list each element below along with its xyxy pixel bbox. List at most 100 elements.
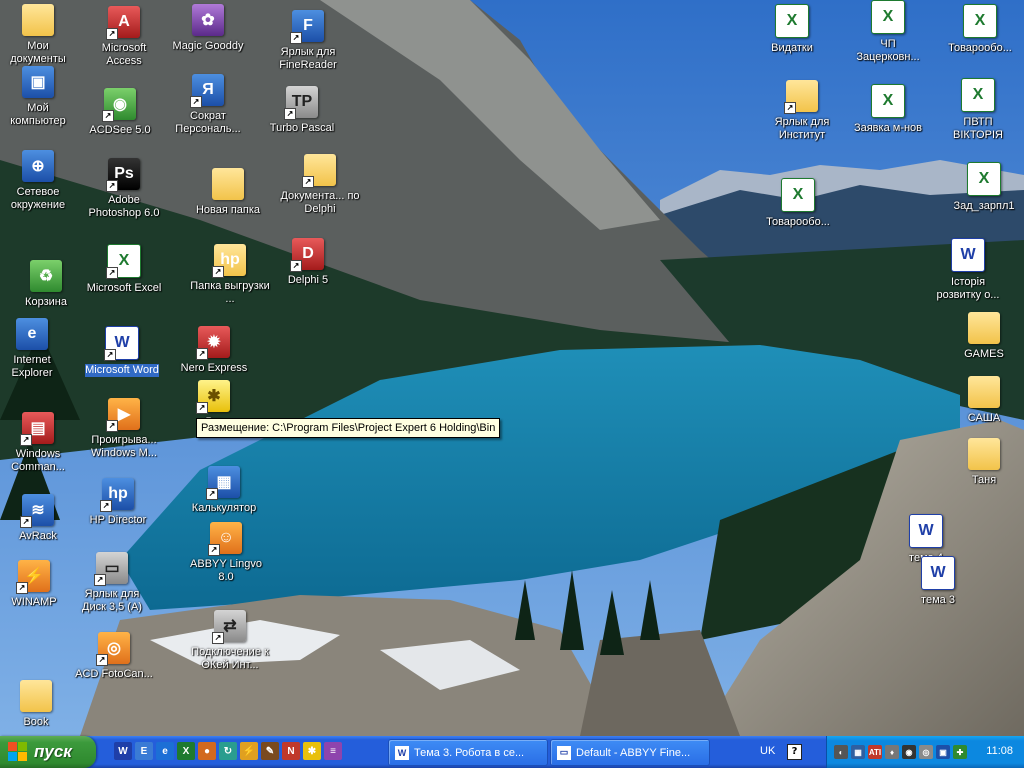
desktop-icon-calculator[interactable]: ▦ ↗ Калькулятор [184, 466, 264, 515]
desktop-icon-media-player[interactable]: ▶ ↗ Проигрыва... Windows M... [84, 398, 164, 460]
quick-launch-ie-icon[interactable]: e [156, 742, 174, 760]
tray-network-icon[interactable]: ▦ [851, 745, 865, 759]
desktop-icon-label: Adobe Photoshop 6.0 [88, 194, 160, 219]
tray-ati-icon[interactable]: ATI [868, 745, 882, 759]
folder-icon [212, 168, 244, 200]
quick-launch-tool-icon[interactable]: ✎ [261, 742, 279, 760]
desktop-icon-nero[interactable]: ✹ ↗ Nero Express [174, 326, 254, 375]
desktop-icon-label: Turbo Pascal [269, 122, 335, 134]
desktop-icon-sasha[interactable]: САША [944, 376, 1024, 425]
desktop-icon-label: Папка выгрузки ... [190, 280, 270, 305]
word-icon: W [921, 556, 955, 590]
desktop-icon-sokrat[interactable]: Я ↗ Сократ Персональ... [168, 74, 248, 136]
media-player-icon: ▶ ↗ [106, 398, 140, 432]
desktop-icon-istoriya[interactable]: W Історія розвитку о... [928, 238, 1008, 302]
desktop-icon-tanya[interactable]: Таня [944, 438, 1024, 487]
desktop-icon-label: Корзина [25, 296, 67, 308]
hp-icon: hp ↗ [100, 478, 134, 512]
taskbar-button-finereader[interactable]: ▭ Default - ABBYY Fine... [550, 739, 710, 766]
desktop-icon-windows-commander[interactable]: ▤ ↗ Windows Comman... [0, 412, 78, 474]
quick-launch-bulb-icon[interactable]: ✱ [303, 742, 321, 760]
desktop-icon-tovaroob2[interactable]: X Товарообо... [940, 4, 1020, 55]
help-icon[interactable]: ? [787, 744, 802, 760]
language-indicator[interactable]: UK [760, 745, 775, 757]
quick-launch-chrome-style-icon[interactable]: ● [198, 742, 216, 760]
folder-icon: ↗ [302, 154, 336, 188]
desktop-icon-hp-director[interactable]: hp ↗ HP Director [78, 478, 158, 527]
location-tooltip: Размещение: C:\Program Files\Project Exp… [196, 418, 501, 438]
desktop-icon-zayavka[interactable]: X Заявка м-нов [848, 84, 928, 135]
desktop-icon-label: Подключение к ОКей Инт... [191, 646, 269, 671]
shortcut-arrow-icon: ↗ [106, 28, 118, 40]
desktop-icon-label: Сетевое окружение [10, 186, 66, 211]
desktop-icon-games[interactable]: GAMES [944, 312, 1024, 361]
desktop-icon-floppy-shortcut[interactable]: ▭ ↗ Ярлык для Диск 3,5 (A) [72, 552, 152, 614]
tray-disc-icon[interactable]: ◎ [919, 745, 933, 759]
desktop-icon-photoshop[interactable]: Ps ↗ Adobe Photoshop 6.0 [84, 158, 164, 220]
quick-launch-winamp-icon[interactable]: ⚡ [240, 742, 258, 760]
desktop-icon-vydatky[interactable]: X Видатки [752, 4, 832, 55]
desktop-icon-abbyy-lingvo[interactable]: ☺ ↗ ABBYY Lingvo 8.0 [186, 522, 266, 584]
word-icon: W [951, 238, 985, 272]
shortcut-arrow-icon: ↗ [302, 176, 314, 188]
quick-launch-windows-explorer-icon[interactable]: E [135, 742, 153, 760]
desktop-icon-chp[interactable]: X ЧП Зацерковн... [848, 0, 928, 64]
taskbar: пуск W Ee X ● ↻ ⚡ ✎ N ✱ ≡ W Тема 3. Робота в се..… [0, 736, 1024, 768]
desktop-icon-ms-access[interactable]: A ↗ Microsoft Access [84, 6, 164, 68]
desktop-icon-acdsee[interactable]: ◉ ↗ ACDSee 5.0 [80, 88, 160, 137]
start-button[interactable]: пуск [0, 736, 96, 768]
desktop-icon-new-folder[interactable]: Новая папка [188, 168, 268, 217]
desktop-icon-label: ABBYY Lingvo 8.0 [190, 558, 262, 583]
desktop-icon-tema3[interactable]: Wтема 3 [898, 556, 978, 607]
shortcut-arrow-icon: ↗ [206, 488, 218, 500]
desktop-icon-network[interactable]: ⊕ Сетевое окружение [0, 150, 78, 212]
desktop-icon-tovaroob1[interactable]: X Товарообо... [758, 178, 838, 229]
desktop-icon-my-computer[interactable]: ▣ Мой компьютер [0, 66, 78, 128]
connection-icon: ⇄ ↗ [212, 610, 246, 644]
desktop-icon-label: Microsoft Word [85, 364, 159, 377]
tray-volume-icon[interactable]: ◐ [834, 745, 848, 759]
desktop-icon-label: Товарообо... [948, 42, 1012, 54]
desktop-icon-delphi5[interactable]: D ↗ Delphi 5 [268, 238, 348, 287]
tray-speaker-icon[interactable]: ◉ [902, 745, 916, 759]
desktop-icon-avrack[interactable]: ≋ ↗ AvRack [0, 494, 78, 543]
desktop-icon-hp-folder[interactable]: hp ↗ Папка выгрузки ... [190, 244, 270, 306]
desktop-icon-recycle-bin[interactable]: ♻ Корзина [6, 260, 86, 309]
desktop-icon-book[interactable]: Book [0, 680, 76, 729]
excel-icon: X [775, 4, 809, 38]
desktop-icon-finereader[interactable]: F ↗ Ярлык для FineReader [268, 10, 348, 72]
access-icon: A ↗ [106, 6, 140, 40]
taskbar-button-label: Default - ABBYY Fine... [576, 746, 691, 759]
folder-icon: ↗ [784, 80, 818, 114]
desktop-icon-label: AvRack [19, 530, 57, 542]
desktop-icon-winamp[interactable]: ⚡ ↗ WINAMP [0, 560, 74, 609]
desktop-icon-my-documents[interactable]: Мои документы [0, 4, 78, 66]
desktop-icon-zad-zarpl[interactable]: X Зад_зарпл1 [944, 162, 1024, 213]
quick-launch-nero-icon[interactable]: N [282, 742, 300, 760]
calculator-icon: ▦ ↗ [206, 466, 240, 500]
taskbar-button-word[interactable]: W Тема 3. Робота в се... [388, 739, 548, 766]
desktop-icon-delphi-docs[interactable]: ↗ Документа... по Delphi [280, 154, 360, 216]
clock[interactable]: 11:08 [986, 745, 1013, 757]
desktop-icon-magic-gooddy[interactable]: ✿ Magic Gooddy [168, 4, 248, 53]
tray-display-icon[interactable]: ▣ [936, 745, 950, 759]
quick-launch-list-icon[interactable]: ≡ [324, 742, 342, 760]
desktop-icon-label: Товарообо... [766, 216, 830, 228]
windows-flag-icon [8, 742, 28, 762]
quick-launch-update-icon[interactable]: ↻ [219, 742, 237, 760]
desktop-icon-turbo-pascal[interactable]: TP ↗ Turbo Pascal [262, 86, 342, 135]
desktop-icon-connection[interactable]: ⇄ ↗ Подключение к ОКей Инт... [190, 610, 270, 672]
desktop-icon-ms-excel[interactable]: X ↗ Microsoft Excel [84, 244, 164, 295]
desktop-icon-acd-foto[interactable]: ◎ ↗ ACD FotoCan... [74, 632, 154, 681]
tray-shield-icon[interactable]: ✚ [953, 745, 967, 759]
desktop-icon-ms-word[interactable]: W ↗ Microsoft Word [82, 326, 162, 377]
desktop-icon-institut[interactable]: ↗ Ярлык для Институт [762, 80, 842, 142]
shortcut-arrow-icon: ↗ [290, 32, 302, 44]
quick-launch-excel-icon[interactable]: X [177, 742, 195, 760]
desktop-icon-pvtp[interactable]: X ПВТП ВІКТОРІЯ [938, 78, 1018, 142]
desktop-icon-internet-explorer[interactable]: e Internet Explorer [0, 318, 72, 380]
lingvo-icon: ☺ ↗ [208, 522, 242, 556]
shortcut-arrow-icon: ↗ [104, 349, 116, 361]
quick-launch-word-icon[interactable]: W [114, 742, 132, 760]
tray-antivirus-icon[interactable]: ♦ [885, 745, 899, 759]
